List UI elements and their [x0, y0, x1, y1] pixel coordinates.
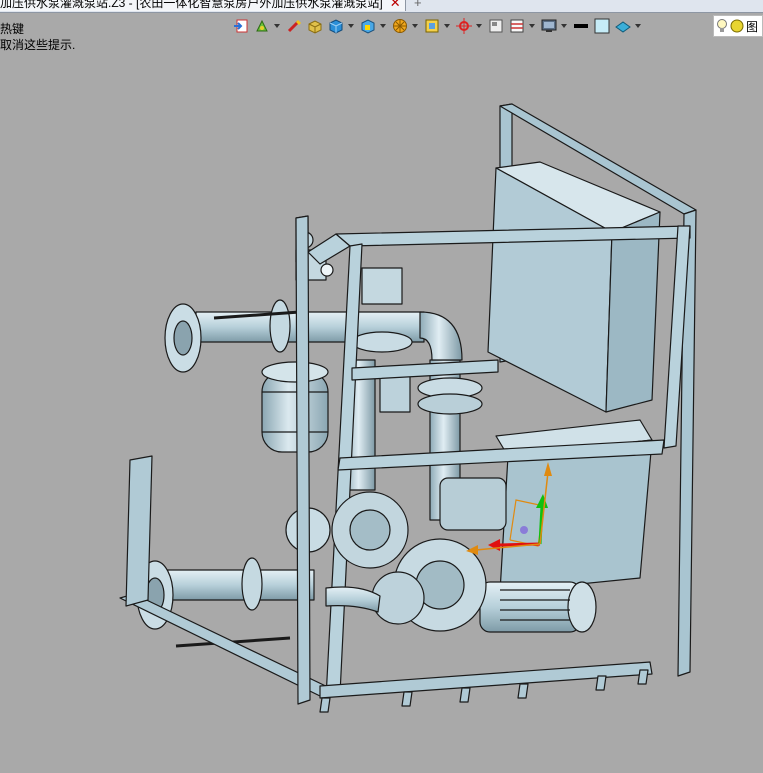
chevron-down-icon[interactable] [444, 24, 450, 28]
chevron-down-icon[interactable] [561, 24, 567, 28]
document-tab-title: 加压供水泵灌溉泵站.Z3 - [农田一体化智慧泵房户外加压供水泵灌溉泵站] [0, 0, 383, 10]
pump-station-model [119, 103, 697, 713]
render-wheel-icon[interactable] [391, 17, 409, 35]
view-mode-label: 图 [746, 19, 759, 34]
chevron-down-icon[interactable] [476, 24, 482, 28]
display-icon[interactable] [540, 17, 558, 35]
target-icon[interactable] [455, 17, 473, 35]
new-tab-icon[interactable]: + [414, 0, 422, 10]
chevron-down-icon[interactable] [412, 24, 418, 28]
document-tab[interactable]: 加压供水泵灌溉泵站.Z3 - [农田一体化智慧泵房户外加压供水泵灌溉泵站] ✕ [0, 0, 406, 11]
light-toggle[interactable]: 图 [713, 15, 763, 37]
import-icon[interactable] [232, 17, 250, 35]
chevron-down-icon[interactable] [380, 24, 386, 28]
view-toolbar [232, 14, 763, 38]
bulb-icon [717, 19, 727, 32]
tab-bar: 加压供水泵灌溉泵站.Z3 - [农田一体化智慧泵房户外加压供水泵灌溉泵站] ✕ … [0, 0, 763, 13]
chevron-down-icon[interactable] [348, 24, 354, 28]
brush-icon[interactable] [285, 17, 303, 35]
sun-icon [730, 19, 744, 33]
chevron-down-icon[interactable] [274, 24, 280, 28]
close-icon[interactable]: ✕ [390, 0, 401, 11]
solid-icon[interactable] [327, 17, 345, 35]
chevron-down-icon[interactable] [529, 24, 535, 28]
chevron-down-icon[interactable] [635, 24, 641, 28]
paint-icon[interactable] [253, 17, 271, 35]
shaded-cube-icon[interactable] [359, 17, 377, 35]
model-viewport[interactable] [0, 40, 763, 773]
pressure-tank [261, 361, 329, 453]
hotkey-hint: 热键 [0, 22, 25, 36]
material-icon[interactable] [614, 17, 632, 35]
sheet-icon[interactable] [487, 17, 505, 35]
line-color-icon[interactable] [572, 17, 590, 35]
origin-handle[interactable] [520, 526, 528, 534]
frame-icon[interactable] [423, 17, 441, 35]
box-icon[interactable] [306, 17, 324, 35]
fill-color-icon[interactable] [593, 17, 611, 35]
control-cabinet [487, 161, 661, 413]
layout-icon[interactable] [508, 17, 526, 35]
